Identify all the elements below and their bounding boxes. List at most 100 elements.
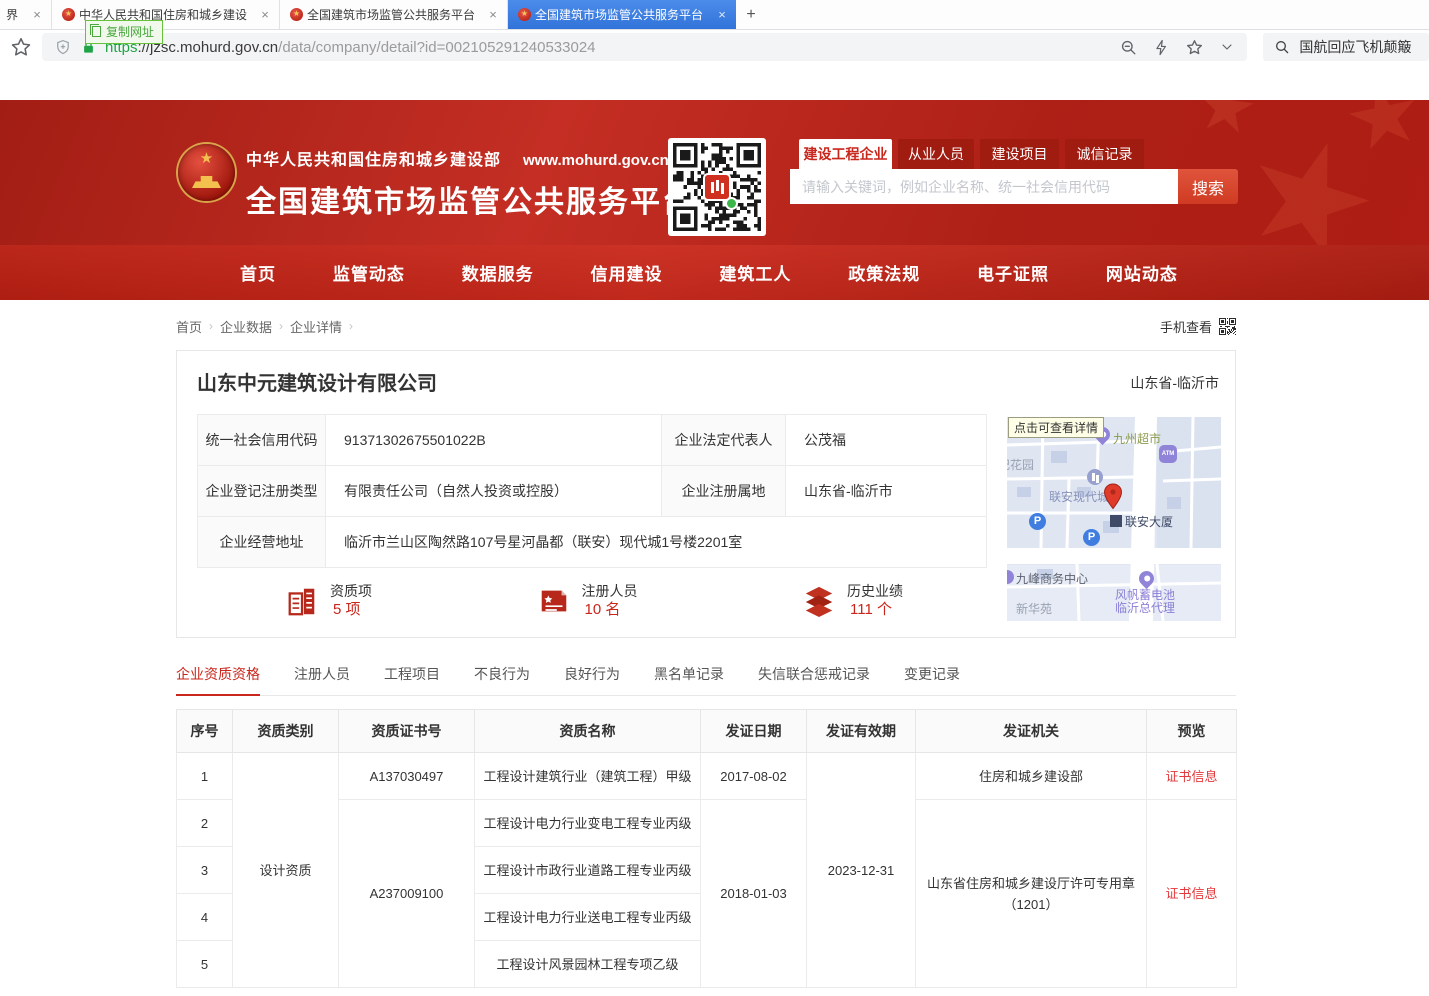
flash-icon[interactable] bbox=[1153, 38, 1170, 57]
breadcrumb-home[interactable]: 首页 bbox=[176, 317, 202, 336]
site-emblem-icon bbox=[518, 8, 531, 21]
tab-close-icon[interactable] bbox=[257, 7, 273, 23]
nav-site-news[interactable]: 网站动态 bbox=[1106, 260, 1178, 285]
qr-green-dot bbox=[725, 197, 738, 210]
tab-close-icon[interactable] bbox=[714, 7, 730, 23]
company-info-table: 统一社会信用代码 91371302675501022B 企业法定代表人 公茂福 … bbox=[197, 414, 987, 568]
url-field[interactable]: https://jzsc.mohurd.gov.cn/data/company/… bbox=[42, 33, 1247, 61]
tab-strip: 界 中华人民共和国住房和城乡建设 全国建筑市场监管公共服务平台 全国建筑市场监管… bbox=[0, 0, 1429, 30]
row-no: 5 bbox=[177, 941, 233, 988]
tab-title: 界 bbox=[6, 6, 25, 23]
chevron-down-icon[interactable] bbox=[1219, 39, 1235, 55]
hot-search-box[interactable]: 国航回应飞机颠簸 bbox=[1263, 33, 1429, 61]
breadcrumb-company-detail[interactable]: 企业详情 bbox=[290, 317, 342, 336]
qualification-category: 设计资质 bbox=[233, 753, 339, 988]
poi-atm: ATM bbox=[1159, 445, 1177, 463]
search-tab-project[interactable]: 建设项目 bbox=[980, 139, 1059, 169]
site-qr-card bbox=[668, 138, 766, 236]
poi-lianan-city: 联安现代城 bbox=[1049, 488, 1109, 505]
site-emblem-icon bbox=[290, 8, 303, 21]
poi-xinhua-garden: 新华苑 bbox=[1016, 600, 1052, 617]
nav-supervision[interactable]: 监管动态 bbox=[333, 260, 405, 285]
search-tab-enterprise[interactable]: 建设工程企业 bbox=[799, 139, 892, 169]
tab-registered-personnel[interactable]: 注册人员 bbox=[294, 664, 350, 695]
tab-blacklist[interactable]: 黑名单记录 bbox=[654, 664, 724, 695]
stat-registered-personnel[interactable]: 注册人员 10 名 bbox=[537, 582, 638, 620]
browser-tab-active[interactable]: 全国建筑市场监管公共服务平台 bbox=[508, 0, 736, 29]
address-bar-row: https://jzsc.mohurd.gov.cn/data/company/… bbox=[0, 30, 1429, 64]
search-icon bbox=[1274, 39, 1290, 55]
nav-home[interactable]: 首页 bbox=[240, 260, 276, 285]
qualification-name: 工程设计风景园林工程专项乙级 bbox=[475, 941, 701, 988]
ministry-url: www.mohurd.gov.cn bbox=[523, 152, 669, 169]
favorite-star-icon[interactable] bbox=[1185, 38, 1204, 57]
decor-star bbox=[1194, 100, 1257, 140]
breadcrumb-company-data[interactable]: 企业数据 bbox=[220, 317, 272, 336]
info-label: 企业注册属地 bbox=[662, 466, 786, 517]
row-no: 3 bbox=[177, 847, 233, 894]
certificate-info-link[interactable]: 证书信息 bbox=[1165, 769, 1217, 784]
tab-dishonesty[interactable]: 失信联合惩戒记录 bbox=[758, 664, 870, 695]
keyword-search-input[interactable] bbox=[790, 169, 1178, 204]
browser-tab-partial[interactable]: 界 bbox=[0, 0, 52, 29]
screen: 界 中华人民共和国住房和城乡建设 全国建筑市场监管公共服务平台 全国建筑市场监管… bbox=[0, 0, 1429, 996]
tab-projects[interactable]: 工程项目 bbox=[384, 664, 440, 695]
copy-url-tooltip: 复制网址 bbox=[85, 20, 163, 44]
shield-icon[interactable] bbox=[54, 38, 72, 56]
issuing-authority: 住房和城乡建设部 bbox=[916, 753, 1147, 800]
company-location-map[interactable]: 点击可查看详情 九州超市 ATM 纪花园 联安现代城 联安大厦 P P 九峰商务… bbox=[1007, 417, 1221, 621]
address-bar-actions bbox=[1119, 38, 1235, 57]
nav-data-service[interactable]: 数据服务 bbox=[462, 260, 534, 285]
hot-search-text: 国航回应飞机颠簸 bbox=[1299, 37, 1411, 57]
nav-e-license[interactable]: 电子证照 bbox=[977, 260, 1049, 285]
legal-rep-value: 公茂福 bbox=[786, 415, 987, 466]
browser-tab-jzsc[interactable]: 全国建筑市场监管公共服务平台 bbox=[280, 0, 508, 29]
stat-history-performance[interactable]: 历史业绩 111 个 bbox=[802, 582, 903, 620]
preview-cell: 证书信息 bbox=[1147, 800, 1237, 988]
info-label: 企业经营地址 bbox=[198, 517, 326, 568]
poi-business-center: 九峰商务中心 bbox=[1016, 570, 1088, 587]
cert-no: A137030497 bbox=[339, 753, 475, 800]
search-tab-personnel[interactable]: 从业人员 bbox=[898, 139, 974, 169]
certificate-info-link[interactable]: 证书信息 bbox=[1165, 886, 1217, 901]
reg-type-value: 有限责任公司（自然人投资或控股） bbox=[326, 466, 662, 517]
company-stats: 资质项 5 项 注册人员 10 名 bbox=[197, 582, 987, 620]
tab-title: 全国建筑市场监管公共服务平台 bbox=[307, 6, 481, 23]
reg-region-value: 山东省-临沂市 bbox=[786, 466, 987, 517]
tab-change-records[interactable]: 变更记录 bbox=[904, 664, 960, 695]
site-title: 全国建筑市场监管公共服务平台 bbox=[246, 177, 694, 221]
tab-qualifications[interactable]: 企业资质资格 bbox=[176, 664, 260, 695]
company-name: 山东中元建筑设计有限公司 bbox=[197, 367, 437, 396]
qr-logo bbox=[703, 173, 731, 201]
decor-star bbox=[1233, 124, 1384, 245]
search-button[interactable]: 搜索 bbox=[1178, 169, 1238, 204]
bookmark-star-icon[interactable] bbox=[10, 36, 32, 58]
building-icon bbox=[285, 584, 319, 618]
nav-workers[interactable]: 建筑工人 bbox=[719, 260, 791, 285]
stat-qualifications[interactable]: 资质项 5 项 bbox=[285, 582, 372, 620]
breadcrumb-sep bbox=[349, 319, 353, 333]
main-content: 首页 企业数据 企业详情 手机查看 山东中元建筑设计有限公司 山东省-临沂市 统… bbox=[176, 316, 1236, 988]
poi-lianan-tower: 联安大厦 bbox=[1125, 513, 1173, 530]
nav-credit[interactable]: 信用建设 bbox=[591, 260, 663, 285]
nav-policy[interactable]: 政策法规 bbox=[848, 260, 920, 285]
address-value: 临沂市兰山区陶然路107号星河晶都（联安）现代城1号楼2201室 bbox=[326, 517, 987, 568]
tab-bad-behavior[interactable]: 不良行为 bbox=[474, 664, 530, 695]
tab-close-icon[interactable] bbox=[485, 7, 501, 23]
search-tab-credit[interactable]: 诚信记录 bbox=[1065, 139, 1144, 169]
tab-good-behavior[interactable]: 良好行为 bbox=[564, 664, 620, 695]
bookmarks-bar-empty bbox=[0, 64, 1429, 100]
new-tab-button[interactable] bbox=[736, 0, 766, 29]
map-tooltip: 点击可查看详情 bbox=[1008, 417, 1104, 438]
qualification-name: 工程设计电力行业送电工程专业丙级 bbox=[475, 894, 701, 941]
mobile-view-button[interactable]: 手机查看 bbox=[1160, 317, 1236, 336]
ministry-name: 中华人民共和国住房和城乡建设部 bbox=[246, 152, 501, 169]
platform-search: 建设工程企业 从业人员 建设项目 诚信记录 搜索 bbox=[790, 139, 1238, 204]
parking-icon: P bbox=[1083, 529, 1100, 546]
qualification-name: 工程设计市政行业道路工程专业丙级 bbox=[475, 847, 701, 894]
zoom-out-icon[interactable] bbox=[1119, 38, 1138, 57]
tab-close-icon[interactable] bbox=[29, 7, 45, 23]
national-emblem-logo bbox=[178, 144, 235, 201]
site-emblem-icon bbox=[62, 8, 75, 21]
row-no: 2 bbox=[177, 800, 233, 847]
